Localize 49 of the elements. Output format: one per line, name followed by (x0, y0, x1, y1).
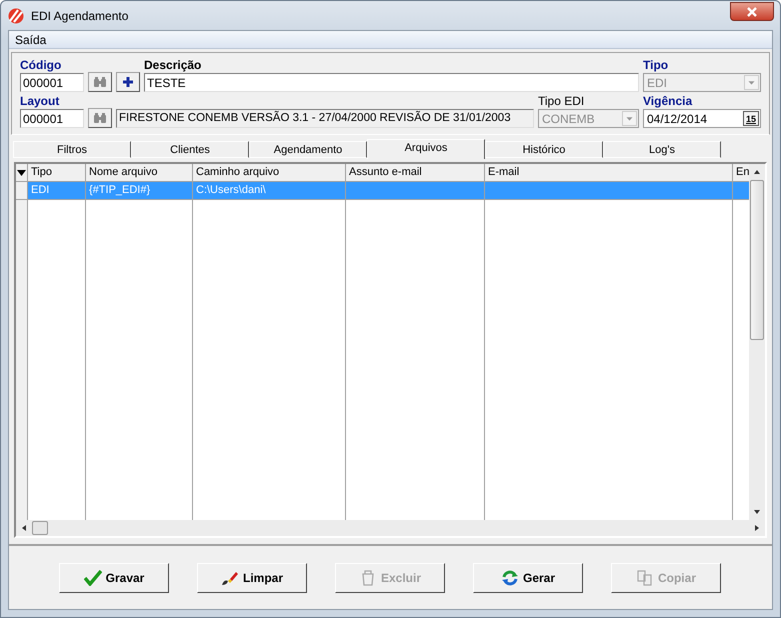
search-button[interactable] (88, 108, 112, 128)
tab[interactable]: Filtros (13, 141, 131, 158)
field-label: Tipo (643, 58, 670, 73)
horizontal-scrollbar[interactable] (16, 520, 765, 536)
close-button[interactable] (730, 2, 774, 21)
search-button[interactable] (88, 72, 112, 92)
description-field[interactable]: TESTE (144, 73, 639, 92)
copy-icon (636, 570, 654, 586)
column-header[interactable]: Tipo (28, 164, 86, 181)
calendar-button[interactable]: 15 (743, 111, 759, 126)
add-button[interactable] (116, 72, 140, 92)
tab[interactable]: Clientes (131, 141, 249, 158)
scroll-thumb[interactable] (750, 180, 764, 340)
field-label: Vigência (643, 94, 694, 109)
close-icon (746, 6, 758, 16)
action-button[interactable]: Gerar (473, 562, 583, 592)
binoculars-icon (93, 76, 107, 88)
refresh-icon (500, 570, 519, 586)
field-label: Tipo EDI (538, 94, 586, 109)
layout-code-field[interactable]: 000001 (20, 109, 84, 128)
tab[interactable]: Arquivos (367, 139, 485, 159)
column-header[interactable]: E-mail (485, 164, 733, 181)
column-header[interactable]: Assunto e-mail (346, 164, 485, 181)
tab[interactable]: Log's (603, 141, 721, 158)
tab[interactable]: Histórico (485, 141, 603, 158)
plus-icon (122, 76, 134, 88)
layout-description-field: FIRESTONE CONEMB VERSÃO 3.1 - 27/04/2000 REVISÃO DE 31/01/2003 (116, 109, 534, 128)
code-field[interactable]: 000001 (20, 73, 84, 92)
binoculars-icon (93, 112, 107, 124)
table-cell: EDI (31, 184, 50, 196)
table-cell: C:\Users\dani\ (196, 184, 266, 196)
scroll-thumb[interactable] (32, 521, 48, 535)
action-button[interactable]: Gravar (59, 562, 169, 592)
date-field[interactable]: 04/12/2014 15 (643, 109, 761, 128)
vertical-scrollbar[interactable] (749, 164, 765, 520)
field-label: Layout (20, 94, 60, 109)
action-button[interactable]: Limpar (197, 562, 307, 592)
field-label: Descrição (144, 58, 202, 73)
menu-item[interactable]: Saída (15, 32, 46, 46)
table-cell: {#TIP_EDI#} (89, 184, 150, 196)
field-label: Código (20, 58, 62, 73)
column-header[interactable]: Caminho arquivo (193, 164, 346, 181)
window-title: EDI Agendamento (31, 8, 128, 22)
sort-indicator-icon (17, 170, 26, 176)
brush-icon (220, 570, 239, 586)
column-header[interactable]: Nome arquivo (86, 164, 193, 181)
tab[interactable]: Agendamento (249, 141, 367, 158)
checkmark-icon (84, 570, 102, 586)
app-logo-icon (7, 8, 25, 24)
